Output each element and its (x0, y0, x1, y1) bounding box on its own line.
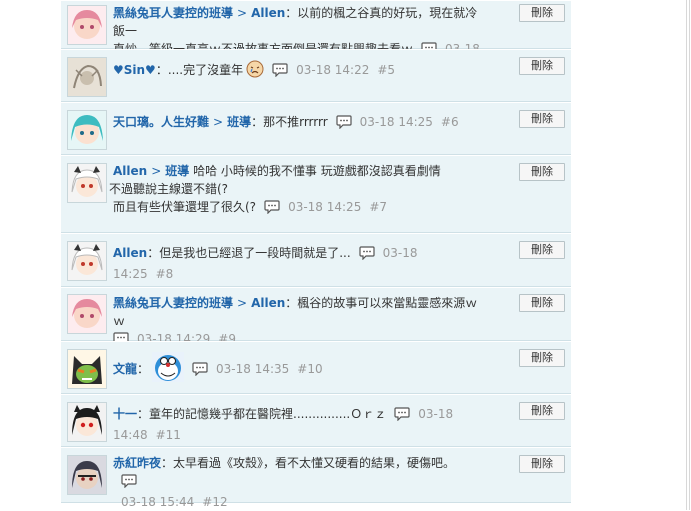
commenter-name[interactable]: ♥Sin♥ (113, 63, 156, 77)
comment-row: 天口璃。人生好難 > 班導：那不推rrrrrr 03-18 14:25 #6 刪除 (61, 102, 571, 155)
comment-time: 03-18 14:25 (288, 200, 362, 214)
user-avatar[interactable] (67, 163, 107, 203)
cat-mask-avatar (68, 350, 106, 388)
white-hair-avatar (68, 242, 106, 280)
reply-target[interactable]: 班導 (227, 115, 251, 129)
user-avatar[interactable] (67, 5, 107, 45)
floor-number[interactable]: #11 (156, 428, 181, 442)
user-avatar[interactable] (67, 402, 107, 442)
commenter-name[interactable]: 文龍 (113, 362, 137, 376)
crying-face-icon (246, 60, 264, 83)
delete-button[interactable]: 刪除 (519, 455, 565, 473)
commenter-name[interactable]: 天口璃。人生好難 (113, 115, 209, 129)
user-avatar[interactable] (67, 294, 107, 334)
comment-text: ： (137, 362, 150, 376)
delete-button[interactable]: 刪除 (519, 57, 565, 75)
comment-text: ：但是我也已經退了一段時間就是了... (147, 246, 351, 260)
comment-text: 不過聽說主線還不錯(? (109, 182, 229, 196)
delete-button[interactable]: 刪除 (519, 349, 565, 367)
comment-row: 文龍： 03-18 14:35 #10 刪除 (61, 341, 571, 394)
delete-button[interactable]: 刪除 (519, 163, 565, 181)
user-avatar[interactable] (67, 349, 107, 389)
floor-number[interactable]: #7 (369, 200, 387, 214)
floor-number[interactable]: #12 (202, 495, 227, 509)
floor-number[interactable]: #5 (377, 63, 395, 77)
floor-number[interactable]: #6 (441, 115, 459, 129)
reply-target[interactable]: Allen (251, 6, 285, 20)
delete-button[interactable]: 刪除 (519, 294, 565, 312)
reply-arrow: > (237, 296, 248, 310)
commenter-name[interactable]: Allen (113, 164, 147, 178)
pink-hair-avatar (68, 6, 106, 44)
comment-row: 赤紅昨夜：太早看過《攻殼》，看不太懂又硬看的結果，硬傷吧。 03-18 15:4… (61, 447, 571, 509)
comment-text: 而且有些伏筆還埋了很久(? (113, 200, 257, 214)
comment-text: ：....完了沒童年 (155, 63, 244, 77)
reply-bubble-icon[interactable] (394, 407, 410, 426)
commenter-name[interactable]: 十一 (113, 407, 137, 421)
red-eyes-avatar (68, 403, 106, 441)
comment-row: Allen > 班導 哈哈 小時候的我不懂事 玩遊戲都沒認真看劇情 不過聽說主線還不… (61, 155, 571, 233)
comment-text: ：童年的記憶幾乎都在醫院裡...............Ｏｒｚ (137, 407, 387, 421)
sketch-avatar (68, 58, 106, 96)
reply-bubble-icon[interactable] (192, 362, 208, 381)
commenter-name[interactable]: 赤紅昨夜 (113, 456, 161, 470)
reply-arrow: > (237, 6, 248, 20)
page-border (686, 0, 687, 510)
reply-bubble-icon[interactable] (336, 115, 352, 134)
user-avatar[interactable] (67, 241, 107, 281)
user-avatar[interactable] (67, 57, 107, 97)
comment-list: 黑絲兔耳人妻控的班導>Allen：以前的楓之谷真的好玩，現在就冷飯一 直炒，等級… (61, 0, 571, 509)
delete-button[interactable]: 刪除 (519, 110, 565, 128)
floor-number[interactable]: #10 (297, 362, 322, 376)
dark-hair-avatar (68, 456, 106, 494)
comment-time: 03-18 14:25 (359, 115, 433, 129)
user-avatar[interactable] (67, 455, 107, 495)
commenter-name[interactable]: 黑絲兔耳人妻控的班導 (113, 296, 233, 310)
comment-row: 黑絲兔耳人妻控的班導>Allen：以前的楓之谷真的好玩，現在就冷飯一 直炒，等級… (61, 0, 571, 77)
reply-bubble-icon[interactable] (272, 63, 288, 82)
delete-button[interactable]: 刪除 (519, 241, 565, 259)
teal-hair-avatar (68, 111, 106, 149)
reply-bubble-icon[interactable] (264, 200, 280, 219)
white-hair-avatar (68, 164, 106, 202)
reply-arrow: > (213, 115, 224, 129)
comment-text: ：太早看過《攻殼》，看不太懂又硬看的結果，硬傷吧。 (161, 456, 456, 470)
delete-button[interactable]: 刪除 (519, 4, 565, 22)
comment-row: Allen：但是我也已經退了一段時間就是了... 03-18 14:25 #8 刪除 (61, 233, 571, 287)
reply-bubble-icon[interactable] (359, 246, 375, 265)
comment-text: ：那不推rrrrrr (251, 115, 328, 129)
commenter-name[interactable]: Allen (113, 246, 147, 260)
comment-text: 哈哈 小時候的我不懂事 玩遊戲都沒認真看劇情 (193, 164, 441, 178)
comment-time: 03-18 15:44 (121, 495, 195, 509)
comment-row: 十一：童年的記憶幾乎都在醫院裡...............Ｏｒｚ 03-18 1… (61, 394, 571, 447)
delete-button[interactable]: 刪除 (519, 402, 565, 420)
reply-target[interactable]: 班導 (165, 164, 189, 178)
pink-hair-avatar (68, 295, 106, 333)
reply-target[interactable]: Allen (251, 296, 285, 310)
reply-arrow: > (151, 164, 162, 178)
reply-bubble-icon[interactable] (121, 474, 137, 493)
comment-time: 03-18 14:35 (216, 362, 290, 376)
page-border (689, 0, 690, 510)
comment-row: 黑絲兔耳人妻控的班導 > Allen：楓谷的故事可以來當點靈感來源ｗｗ 03-18 … (61, 287, 571, 347)
floor-number[interactable]: #8 (156, 267, 174, 281)
comment-row: ♥Sin♥：....完了沒童年 03-18 14:22 #5 刪除 (61, 49, 571, 102)
comment-time: 03-18 14:22 (296, 63, 370, 77)
user-avatar[interactable] (67, 110, 107, 150)
commenter-name[interactable]: 黑絲兔耳人妻控的班導 (113, 6, 233, 20)
blue-robot-cat-sticker (152, 352, 185, 387)
